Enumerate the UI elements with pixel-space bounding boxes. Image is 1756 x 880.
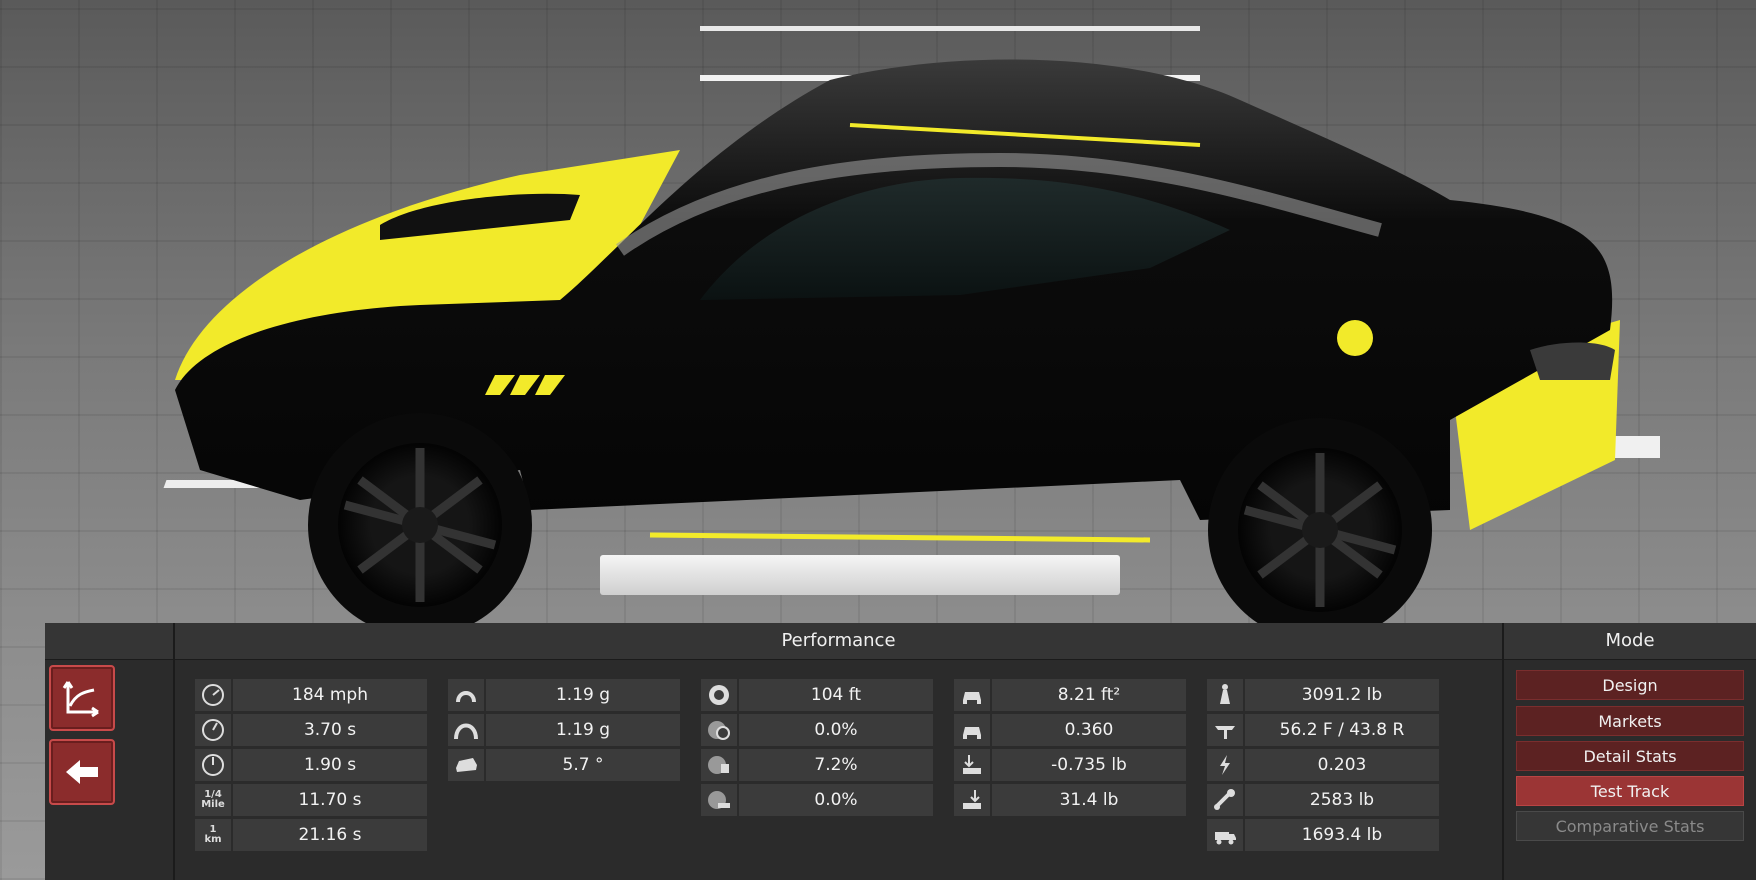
body-roll-icon <box>448 749 484 781</box>
stat-row: 1.19 g <box>448 714 680 746</box>
mode-title: Mode <box>1504 623 1756 660</box>
detail-stats-button[interactable]: Detail Stats <box>1516 741 1744 771</box>
weight-icon <box>1207 679 1243 711</box>
stat-row: 104 ft <box>701 679 933 711</box>
stat-row: 1 km 21.16 s <box>195 819 427 851</box>
towing-capacity-icon <box>1207 784 1243 816</box>
stat-row: 31.4 lb <box>954 784 1186 816</box>
aero-stats: 8.21 ft² 0.360 -0.735 lb 31.4 lb <box>954 679 1186 819</box>
stat-row: 1.90 s <box>195 749 427 781</box>
front-downforce-icon <box>954 749 990 781</box>
stat-row: 1693.4 lb <box>1207 819 1439 851</box>
power-to-weight-icon <box>1207 749 1243 781</box>
panel-left-column <box>45 623 175 880</box>
graph-axes-icon <box>62 681 99 718</box>
speedometer-0-60-icon <box>195 714 231 746</box>
rear-downforce-icon <box>954 784 990 816</box>
stat-row: 0.203 <box>1207 749 1439 781</box>
weight-stats: 3091.2 lb 56.2 F / 43.8 R 0.203 2583 lb <box>1207 679 1439 854</box>
stats-panel: Performance 184 mph 3.70 s 1.90 s 1/4 Mi… <box>45 623 1756 880</box>
stat-row: 1.19 g <box>448 679 680 711</box>
stat-row: 0.360 <box>954 714 1186 746</box>
stat-row: 56.2 F / 43.8 R <box>1207 714 1439 746</box>
handling-stats: 1.19 g 1.19 g 5.7 ° <box>448 679 680 784</box>
front-wheel <box>308 413 532 637</box>
brake-lockup-icon <box>701 784 737 816</box>
drag-coefficient-icon <box>954 714 990 746</box>
brake-steering-icon <box>701 714 737 746</box>
stat-row: 5.7 ° <box>448 749 680 781</box>
cornering-grip-icon <box>448 679 484 711</box>
frontal-area-icon <box>954 679 990 711</box>
quarter-mile-icon: 1/4 Mile <box>195 784 231 816</box>
stat-row: 184 mph <box>195 679 427 711</box>
comparative-stats-button[interactable]: Comparative Stats <box>1516 811 1744 841</box>
stat-row: -0.735 lb <box>954 749 1186 781</box>
speedometer-top-speed-icon <box>195 679 231 711</box>
stat-row: 3.70 s <box>195 714 427 746</box>
stat-row: 8.21 ft² <box>954 679 1186 711</box>
performance-title: Performance <box>175 623 1502 660</box>
design-button[interactable]: Design <box>1516 670 1744 700</box>
performance-section: Performance 184 mph 3.70 s 1.90 s 1/4 Mi… <box>175 623 1504 880</box>
one-km-icon: 1 km <box>195 819 231 851</box>
test-track-button[interactable]: Test Track <box>1516 776 1744 806</box>
braking-stats: 104 ft 0.0% 7.2% 0.0% <box>701 679 933 819</box>
stat-row: 0.0% <box>701 784 933 816</box>
stat-row: 1/4 Mile 11.70 s <box>195 784 427 816</box>
back-arrow-icon <box>66 760 98 784</box>
cornering-grip-high-icon <box>448 714 484 746</box>
rear-wheel <box>1208 418 1432 640</box>
brake-fade-icon <box>701 749 737 781</box>
stat-row: 3091.2 lb <box>1207 679 1439 711</box>
car-model[interactable] <box>0 0 1756 640</box>
weight-distribution-icon <box>1207 714 1243 746</box>
braking-distance-icon <box>701 679 737 711</box>
stat-row: 0.0% <box>701 714 933 746</box>
back-button[interactable] <box>49 739 115 805</box>
fuel-cap <box>1337 320 1373 356</box>
speedometer-0-100-icon <box>195 749 231 781</box>
markets-button[interactable]: Markets <box>1516 706 1744 736</box>
cargo-capacity-icon <box>1207 819 1243 851</box>
acceleration-stats: 184 mph 3.70 s 1.90 s 1/4 Mile 11.70 s 1… <box>195 679 427 854</box>
stat-row: 2583 lb <box>1207 784 1439 816</box>
mode-section: Mode Design Markets Detail Stats Test Tr… <box>1504 623 1756 880</box>
graph-button[interactable] <box>49 665 115 731</box>
stat-row: 7.2% <box>701 749 933 781</box>
